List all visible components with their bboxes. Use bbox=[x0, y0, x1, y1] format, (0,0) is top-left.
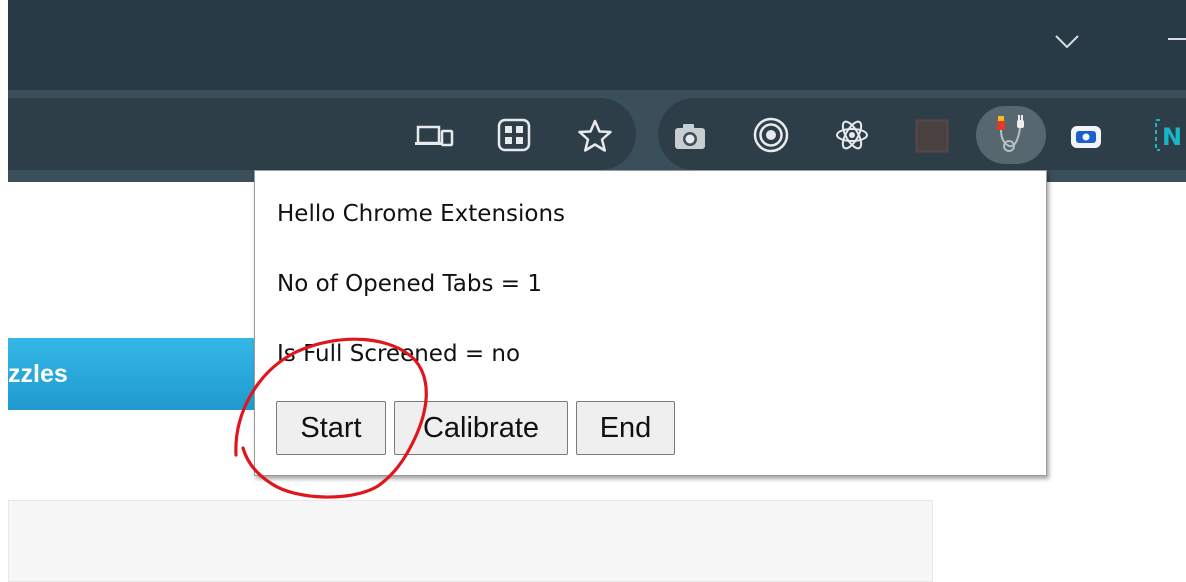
tab-strip bbox=[0, 0, 1186, 90]
calibrate-button[interactable]: Calibrate bbox=[394, 401, 568, 455]
start-button[interactable]: Start bbox=[276, 401, 386, 455]
camera-extension-icon[interactable] bbox=[670, 118, 710, 154]
react-devtools-icon[interactable] bbox=[832, 116, 872, 154]
minimize-button[interactable] bbox=[1166, 38, 1186, 42]
cast-icon[interactable] bbox=[414, 118, 456, 152]
content-panel bbox=[8, 500, 933, 582]
window-edge bbox=[0, 0, 8, 581]
chevron-down-icon bbox=[1055, 35, 1079, 49]
banner-text: zzles bbox=[8, 360, 68, 388]
tab-grid-icon[interactable] bbox=[494, 116, 534, 154]
popup-title: Hello Chrome Extensions bbox=[277, 201, 566, 227]
extension-popup: Hello Chrome Extensions No of Opened Tab… bbox=[254, 170, 1047, 476]
bookmark-star-icon[interactable] bbox=[574, 116, 616, 156]
plugin-extension-icon[interactable] bbox=[986, 112, 1036, 158]
svg-text:N: N bbox=[1162, 123, 1182, 151]
extension-dark-icon[interactable] bbox=[912, 116, 952, 156]
target-extension-icon[interactable] bbox=[750, 114, 792, 156]
tab-search-button[interactable] bbox=[1050, 26, 1084, 56]
opened-tabs-text: No of Opened Tabs = 1 bbox=[277, 271, 543, 297]
fullscreen-status-text: Is Full Screened = no bbox=[277, 341, 521, 367]
n-extension-icon[interactable]: N bbox=[1146, 114, 1186, 156]
screen-record-icon[interactable] bbox=[1066, 120, 1106, 154]
address-bar[interactable] bbox=[0, 98, 636, 170]
end-button[interactable]: End bbox=[576, 401, 675, 455]
